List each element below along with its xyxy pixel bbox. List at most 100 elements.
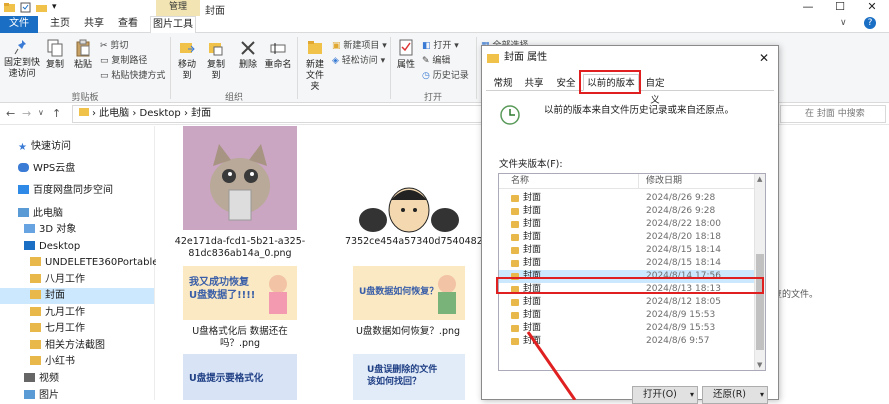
paste-shortcut-button[interactable]: ▭ 粘贴快捷方式 [100, 68, 165, 81]
scrollbar-thumb[interactable] [756, 254, 764, 350]
nav-item-videos[interactable]: 视频 [24, 371, 59, 387]
restore-button[interactable]: 还原(R) ▾ [702, 386, 768, 404]
tab-picture-tools[interactable]: 图片工具 [150, 16, 196, 33]
move-to-button[interactable]: 移动到 [174, 39, 200, 82]
new-folder-quick-icon[interactable] [36, 2, 47, 13]
file-thumbnail-banner[interactable]: U盘提示要格式化 [183, 354, 297, 400]
forward-arrow-icon[interactable]: → [22, 107, 31, 120]
file-thumbnail-banner[interactable]: U盘误删除的文件 该如何找回？ [353, 354, 465, 400]
new-folder-button[interactable]: 新建文件夹 [300, 39, 330, 93]
open-icon: ◧ [422, 41, 434, 51]
title-bar: ▾ 管理 封面 — ☐ ✕ [0, 0, 889, 17]
tab-view[interactable]: 查看 [112, 16, 144, 33]
nav-item-august-work[interactable]: 八月工作 [30, 272, 85, 288]
ribbon-divider [170, 37, 171, 99]
file-thumbnail-banner[interactable]: 我又成功恢复 U盘数据了!!!! [183, 266, 297, 320]
scroll-down-icon[interactable]: ▼ [757, 361, 762, 369]
desktop-icon [24, 241, 35, 250]
open-version-button[interactable]: 打开(O) ▾ [632, 386, 698, 404]
nav-item-this-pc[interactable]: 此电脑 [18, 206, 63, 222]
up-arrow-icon[interactable]: ↑ [52, 107, 61, 120]
character-icon [438, 275, 456, 314]
nav-item-september-work[interactable]: 九月工作 [30, 305, 85, 321]
folder-icon [30, 340, 41, 349]
history-button[interactable]: ◷ 历史记录 [422, 68, 469, 81]
customize-quick-icon[interactable]: ▾ [52, 2, 63, 13]
folder-icon [30, 323, 41, 332]
tab-sharing[interactable]: 共享 [519, 74, 549, 91]
character-icon [269, 275, 287, 314]
address-path: › 此电脑 › Desktop › 封面 [92, 108, 212, 119]
tab-share[interactable]: 共享 [78, 16, 110, 33]
search-input[interactable]: 在 封面 中搜索 [780, 105, 886, 123]
version-row[interactable]: 封面 2024/8/15 18:14 [499, 257, 755, 270]
open-button[interactable]: ◧ 打开 ▾ [422, 38, 459, 51]
file-name[interactable]: 42e171da-fcd1-5b21-a325-81dc836ab14a_0.p… [174, 236, 306, 260]
tab-home[interactable]: 主页 [44, 16, 76, 33]
version-row[interactable]: 封面 2024/8/22 18:00 [499, 218, 755, 231]
ribbon-divider [390, 37, 391, 99]
nav-item-xiaohongshu[interactable]: 小红书 [30, 354, 75, 370]
file-name[interactable]: U盘格式化后 数据还在吗？.png [174, 326, 306, 350]
recent-dropdown-icon[interactable]: ∨ [38, 108, 44, 117]
address-box[interactable]: › 此电脑 › Desktop › 封面 [72, 105, 482, 123]
new-item-button[interactable]: ▣ 新建项目 ▾ [332, 38, 387, 51]
column-header-name[interactable]: 名称 [511, 174, 529, 189]
copy-to-button[interactable]: 复制到 [203, 39, 229, 82]
version-row[interactable]: 封面 2024/8/26 9:28 [499, 192, 755, 205]
file-name[interactable]: U盘数据如何恢复？.png [345, 326, 471, 338]
nav-item-pictures[interactable]: 图片 [24, 388, 59, 404]
properties-quick-icon[interactable] [20, 2, 31, 13]
version-row[interactable]: 封面 2024/8/9 15:53 [499, 309, 755, 322]
nav-item-cover[interactable]: 封面 [0, 288, 154, 304]
help-icon[interactable]: ? [864, 17, 876, 29]
tab-file[interactable]: 文件 [0, 16, 38, 33]
version-list-scrollbar[interactable]: ▲ ▼ [754, 174, 765, 370]
version-row[interactable]: 封面 2024/8/20 18:18 [499, 231, 755, 244]
version-row[interactable]: 封面 2024/8/26 9:28 [499, 205, 755, 218]
file-name[interactable]: 7352ce454a57340d7540482d7468eabe.jpeg [345, 236, 560, 248]
column-header-date[interactable]: 修改日期 [638, 174, 682, 189]
pin-quick-access-button[interactable]: 固定到快速访问 [2, 39, 42, 80]
nav-item-undelete360[interactable]: UNDELETE360Portable [30, 255, 158, 271]
file-thumbnail-banner[interactable]: U盘数据如何恢复？ [353, 266, 465, 320]
dialog-close-button[interactable]: ✕ [750, 46, 778, 70]
nav-item-3d-objects[interactable]: 3D 对象 [24, 222, 76, 238]
nav-item-desktop[interactable]: Desktop [24, 239, 80, 255]
tab-security[interactable]: 安全 [551, 74, 581, 91]
tab-customize[interactable]: 自定义 [640, 74, 670, 106]
nav-item-wps-cloud[interactable]: WPS云盘 [18, 161, 75, 177]
minimize-button[interactable]: — [793, 0, 823, 16]
back-arrow-icon[interactable]: ← [6, 107, 15, 120]
delete-button[interactable]: 删除 [236, 39, 260, 71]
nav-item-quick-access[interactable]: ★ 快速访问 [18, 139, 71, 155]
tab-general[interactable]: 常规 [488, 74, 518, 91]
meme-image [353, 180, 465, 236]
nav-item-july-work[interactable]: 七月工作 [30, 321, 85, 337]
dialog-description: 以前的版本来自文件历史记录或来自还原点。 [544, 105, 735, 116]
version-row[interactable]: 封面 2024/8/12 18:05 [499, 296, 755, 309]
rename-button[interactable]: 重命名 [262, 39, 294, 71]
maximize-button[interactable]: ☐ [825, 0, 855, 16]
ribbon-collapse-icon[interactable]: ∨ [840, 18, 847, 28]
version-row[interactable]: 封面 2024/8/15 18:14 [499, 244, 755, 257]
paste-button[interactable]: 粘贴 [70, 39, 96, 71]
highlight-row-box [496, 277, 764, 294]
folder-icon [30, 356, 41, 365]
context-tab-manage[interactable]: 管理 [156, 0, 200, 16]
edit-button[interactable]: ✎ 编辑 [422, 53, 450, 66]
file-thumbnail-cat[interactable] [183, 126, 297, 230]
navigation-pane: ★ 快速访问 WPS云盘 百度网盘同步空间 此电脑 3D 对象 Desktop U… [0, 126, 158, 401]
easy-access-button[interactable]: ◈ 轻松访问 ▾ [332, 53, 385, 66]
copy-button[interactable]: 复制 [42, 39, 68, 71]
properties-button[interactable]: 属性 [393, 39, 419, 71]
nav-item-screenshots[interactable]: 相关方法截图 [30, 338, 105, 354]
close-button[interactable]: ✕ [857, 0, 887, 16]
copy-path-button[interactable]: ▭ 复制路径 [100, 53, 147, 66]
move-to-icon [180, 43, 195, 53]
cut-button[interactable]: ✂ 剪切 [100, 38, 128, 51]
nav-item-baidu-sync[interactable]: 百度网盘同步空间 [18, 183, 113, 199]
banner-text: 我又成功恢复 U盘数据了!!!! [189, 277, 256, 301]
scroll-up-icon[interactable]: ▲ [757, 175, 762, 183]
file-thumbnail-meme[interactable] [353, 180, 465, 236]
